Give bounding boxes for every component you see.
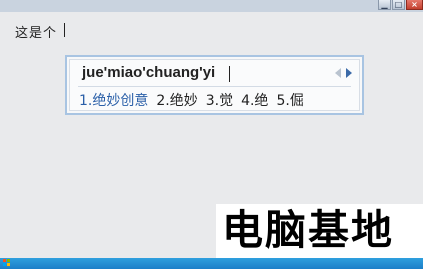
ime-candidate-window: jue'miao'chuang'yi 1.绝妙创意 2.绝妙 3.觉 4.绝 5… bbox=[65, 55, 364, 115]
close-button[interactable]: × bbox=[406, 0, 423, 10]
minimize-button[interactable]: ▁ bbox=[378, 0, 391, 10]
title-bar: ▁ □ × bbox=[0, 0, 423, 12]
application-window: ▁ □ × 这是个 jue'miao'chuang'yi 1.绝妙创意 2.绝妙… bbox=[0, 0, 423, 269]
candidate-5[interactable]: 5.倔 bbox=[276, 90, 303, 110]
next-page-icon[interactable] bbox=[346, 68, 352, 78]
page-navigation bbox=[335, 68, 353, 78]
maximize-button[interactable]: □ bbox=[392, 0, 405, 10]
document-text[interactable]: 这是个 bbox=[15, 22, 57, 41]
ime-divider bbox=[78, 86, 351, 87]
windows-logo-icon[interactable] bbox=[3, 259, 11, 267]
candidate-1[interactable]: 1.绝妙创意 bbox=[79, 90, 148, 110]
taskbar bbox=[0, 258, 423, 269]
ime-panel: jue'miao'chuang'yi 1.绝妙创意 2.绝妙 3.觉 4.绝 5… bbox=[69, 59, 360, 111]
watermark: 电脑基地 bbox=[216, 204, 423, 258]
candidate-3[interactable]: 3.觉 bbox=[206, 90, 233, 110]
text-caret bbox=[64, 23, 65, 37]
candidate-list: 1.绝妙创意 2.绝妙 3.觉 4.绝 5.倔 bbox=[79, 90, 304, 110]
prev-page-icon[interactable] bbox=[335, 68, 341, 78]
candidate-4[interactable]: 4.绝 bbox=[241, 90, 268, 110]
candidate-2[interactable]: 2.绝妙 bbox=[156, 90, 197, 110]
watermark-text: 电脑基地 bbox=[222, 206, 394, 254]
pinyin-composition: jue'miao'chuang'yi bbox=[82, 64, 216, 81]
pinyin-caret bbox=[229, 66, 230, 82]
